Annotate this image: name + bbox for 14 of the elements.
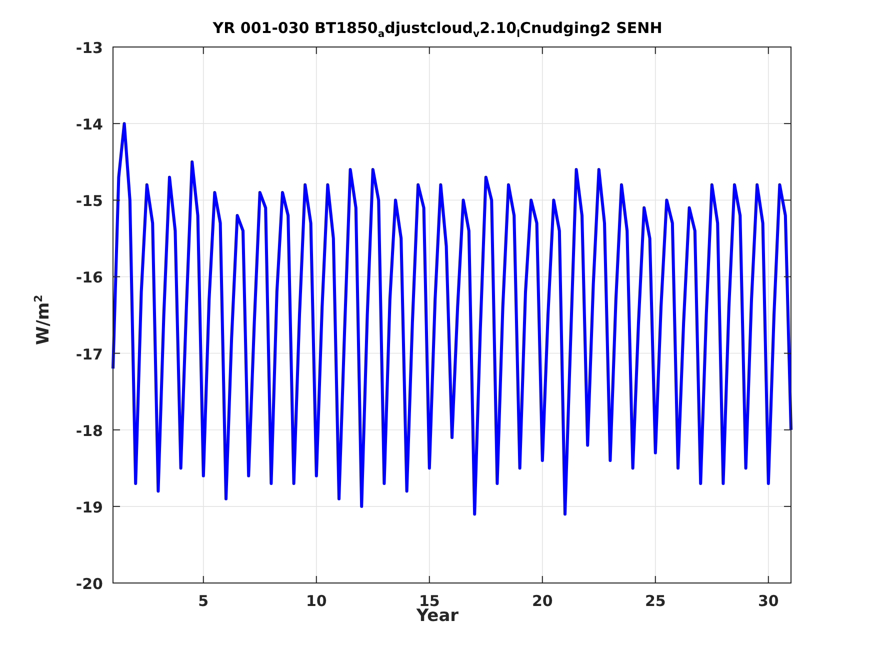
y-tick-label: -13 [76,39,103,57]
x-tick-label: 30 [758,592,779,610]
x-tick-label: 10 [306,592,327,610]
chart-title: YR 001-030 BT1850$_{a}$djustcloud$_{v}$2.10$_{l}$Cnudging2 SENH [212,18,664,42]
y-tick-label: -17 [76,345,103,364]
y-tick-label: -16 [76,268,103,287]
y-tick-label: -20 [76,575,103,593]
y-tick-label: -18 [76,422,103,440]
y-tick-label: -15 [76,192,103,210]
x-tick-label: 20 [532,592,553,610]
y-tick-label: -14 [76,116,103,134]
y-tick-label: -19 [76,498,103,516]
x-tick-label: 5 [198,592,209,610]
x-tick-label: 25 [644,592,666,610]
